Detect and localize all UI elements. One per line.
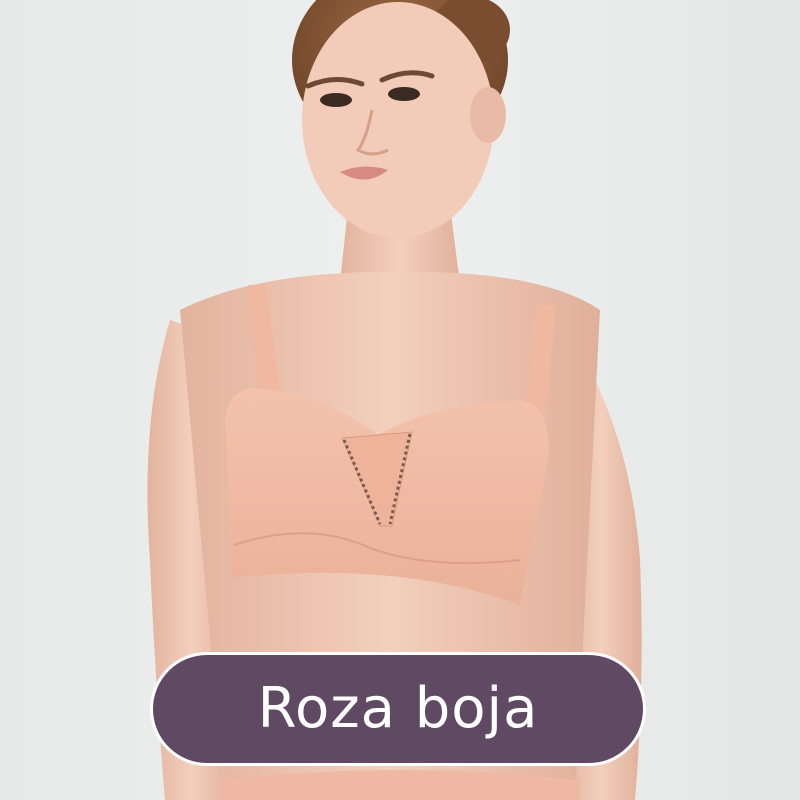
ear <box>470 87 506 143</box>
face <box>302 2 494 238</box>
right-eye <box>388 87 420 101</box>
color-label-text: Roza boja <box>257 676 539 741</box>
color-label-badge: Roza boja <box>150 652 646 766</box>
left-eye <box>320 93 352 107</box>
